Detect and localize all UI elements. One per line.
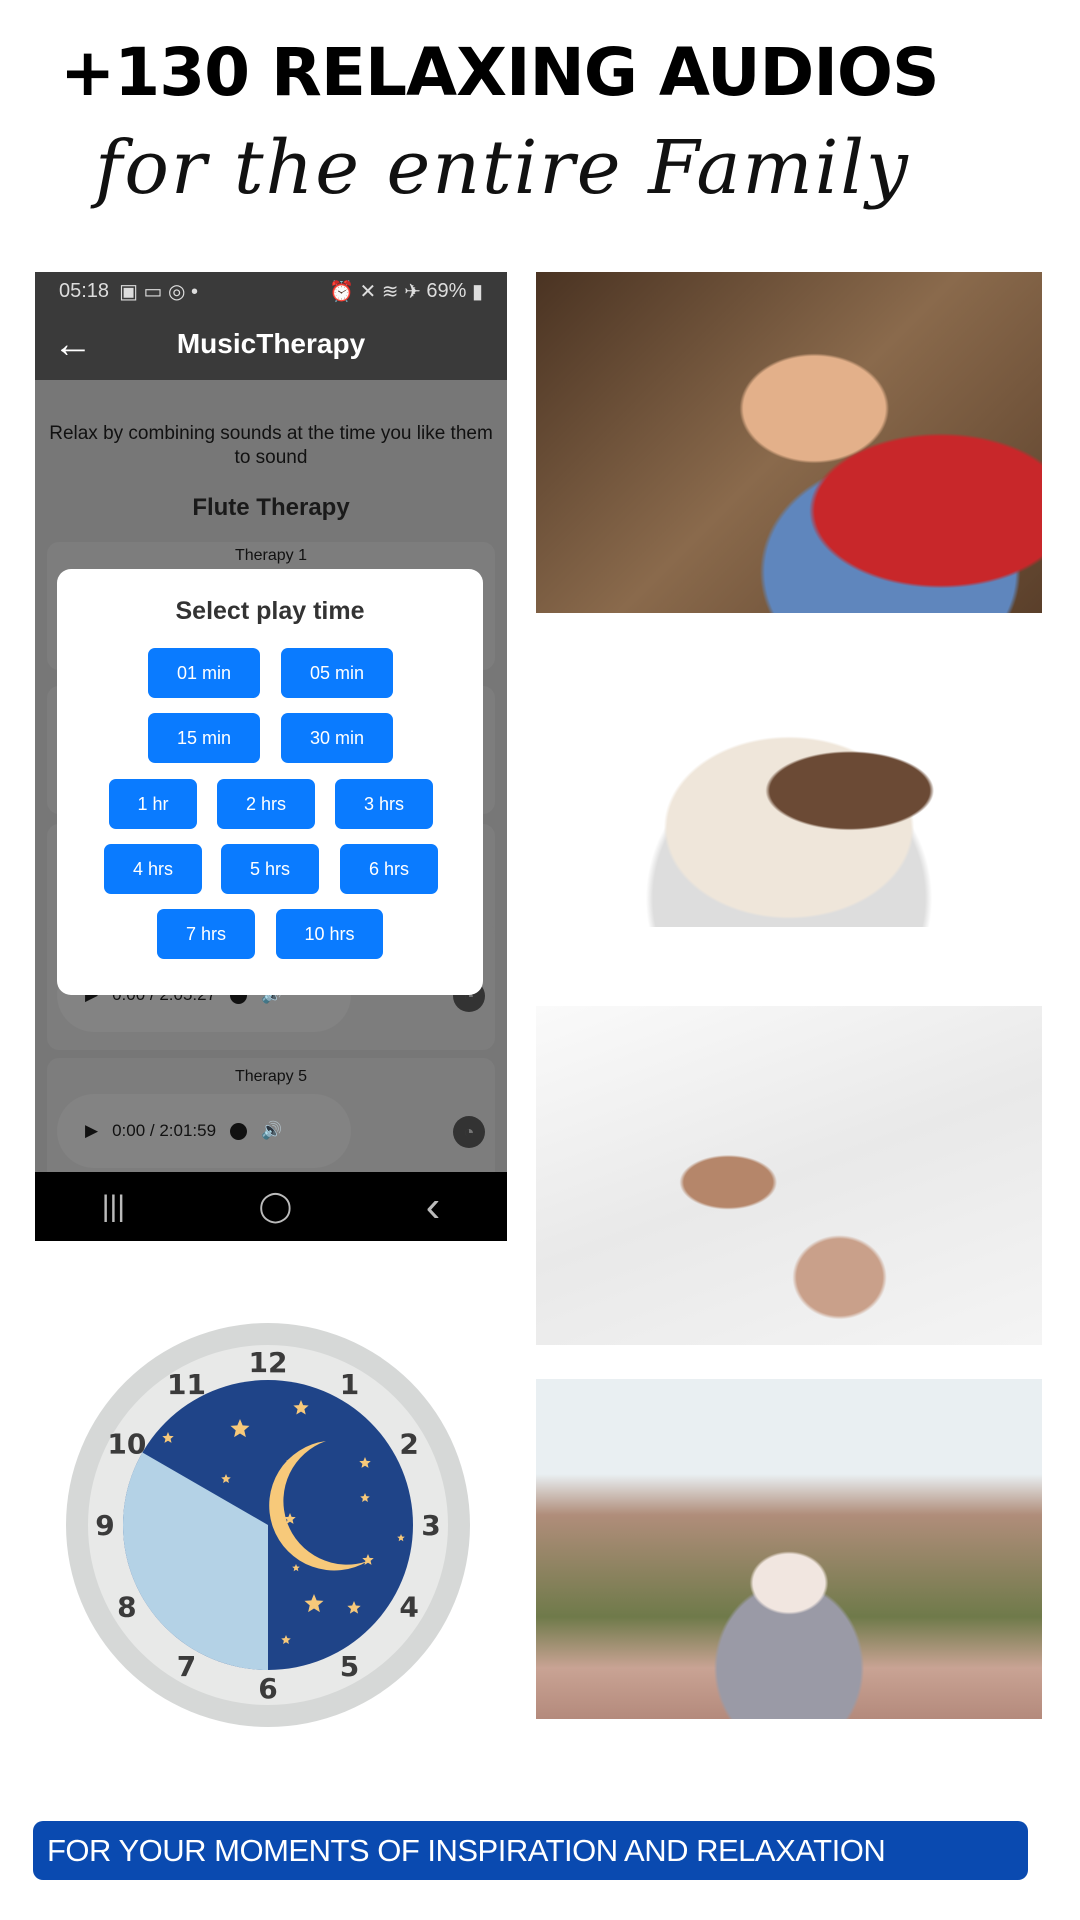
- track-label: Therapy 1: [234, 547, 308, 564]
- app-title: MusicTherapy: [176, 328, 366, 359]
- clock-number: 2: [399, 1428, 418, 1461]
- android-nav-bar: ||| ◯ ‹: [35, 1172, 507, 1241]
- timer-clock-icon[interactable]: ◔: [453, 1116, 485, 1148]
- sleeping-man-photo: [536, 1006, 1042, 1345]
- clock-number: 8: [117, 1591, 136, 1624]
- clock-number: 6: [258, 1672, 277, 1705]
- battery-level: 69%: [426, 279, 467, 302]
- clock-number: 4: [399, 1591, 418, 1624]
- time-option-button[interactable]: 2 hrs: [217, 779, 315, 829]
- audio-player[interactable]: ▶ 0:00 / 2:01:59 🔊: [57, 1094, 351, 1168]
- clock-number: 12: [249, 1346, 288, 1379]
- track-label: Therapy 5: [234, 1068, 308, 1085]
- headline: +130 RELAXING AUDIOS: [60, 34, 940, 111]
- dialog-title: Select play time: [175, 597, 365, 625]
- clock-number: 1: [340, 1368, 359, 1401]
- time-option-button[interactable]: 30 min: [281, 713, 393, 763]
- night-clock-illustration: 121234567891011: [66, 1323, 470, 1727]
- time-option-button[interactable]: 7 hrs: [157, 909, 255, 959]
- time-option-button[interactable]: 15 min: [148, 713, 260, 763]
- battery-icon: ▮: [466, 280, 483, 303]
- status-time: 05:18: [59, 279, 110, 302]
- clock-number: 7: [177, 1650, 196, 1683]
- status-bar: 05:18 ▣ ▭ ◎ • ⏰ ✕ ≋ ✈ 69% ▮: [35, 272, 507, 310]
- time-option-button[interactable]: 05 min: [281, 648, 393, 698]
- nav-back-icon[interactable]: ‹: [426, 1182, 441, 1232]
- french-bulldog-photo: [536, 643, 1042, 927]
- track-card: Therapy 5 ▶ 0:00 / 2:01:59 🔊 ◔: [47, 1058, 495, 1186]
- clock-number: 9: [95, 1509, 114, 1542]
- volume-icon[interactable]: 🔊: [261, 1121, 282, 1141]
- select-play-time-dialog: Select play time 01 min 05 min 15 min 30…: [57, 569, 483, 995]
- description: Relax by combining sounds at the time yo…: [49, 423, 493, 468]
- script-subtitle: for the entire Family: [95, 125, 910, 211]
- time-option-button[interactable]: 1 hr: [109, 779, 197, 829]
- play-icon[interactable]: ▶: [85, 1121, 98, 1141]
- clock-number: 10: [107, 1428, 146, 1461]
- time-option-button[interactable]: 5 hrs: [221, 844, 319, 894]
- clock-number: 3: [421, 1509, 440, 1542]
- time-option-button[interactable]: 01 min: [148, 648, 260, 698]
- sleeping-child-photo: [536, 272, 1042, 613]
- clock-number: 5: [340, 1650, 359, 1683]
- home-icon[interactable]: ◯: [259, 1189, 293, 1224]
- app-bar: ← MusicTherapy: [35, 310, 507, 380]
- meditating-woman-photo: [536, 1379, 1042, 1719]
- time-option-button[interactable]: 10 hrs: [276, 909, 383, 959]
- tagline-banner: FOR YOUR MOMENTS OF INSPIRATION AND RELA…: [33, 1821, 1028, 1880]
- phone-screenshot: 05:18 ▣ ▭ ◎ • ⏰ ✕ ≋ ✈ 69% ▮ ← MusicThera…: [35, 272, 507, 1241]
- time-option-button[interactable]: 6 hrs: [340, 844, 438, 894]
- status-right-icons: ⏰ ✕ ≋ ✈: [329, 280, 427, 303]
- status-left-icons: ▣ ▭ ◎ •: [119, 280, 198, 303]
- time-option-button[interactable]: 3 hrs: [335, 779, 433, 829]
- section-title: Flute Therapy: [192, 494, 350, 521]
- seek-handle[interactable]: [230, 1122, 248, 1140]
- time-option-button[interactable]: 4 hrs: [104, 844, 202, 894]
- track-time: 0:00 / 2:01:59: [112, 1121, 217, 1140]
- recents-icon[interactable]: |||: [102, 1190, 125, 1224]
- clock-number: 11: [167, 1368, 206, 1401]
